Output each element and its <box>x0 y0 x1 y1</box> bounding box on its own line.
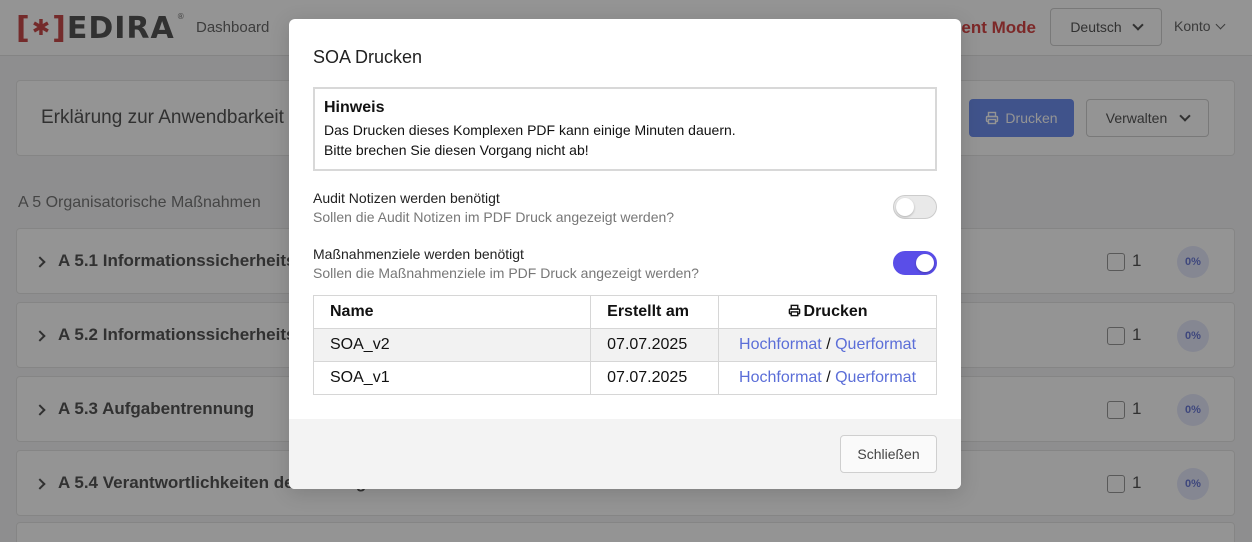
row-created: 07.07.2025 <box>590 361 720 395</box>
notice-title: Hinweis <box>324 99 385 116</box>
measure-goals-toggle[interactable] <box>893 251 937 275</box>
dialog-footer: Schließen <box>289 419 961 489</box>
dialog-title: SOA Drucken <box>313 47 423 67</box>
toggle-knob <box>916 254 934 272</box>
row-name: SOA_v1 <box>312 361 592 395</box>
row-name: SOA_v2 <box>312 328 592 362</box>
close-button[interactable]: Schließen <box>840 435 937 473</box>
print-header-label: Drucken <box>803 303 868 320</box>
notice-line: Bitte brechen Sie diesen Vorgang nicht a… <box>324 142 589 158</box>
notice-box: Hinweis Das Drucken dieses Komplexen PDF… <box>313 87 937 171</box>
table-row: SOA_v1 07.07.2025 Hochformat / Querforma… <box>312 361 937 395</box>
table-header-row: Name Erstellt am Drucken <box>312 295 937 329</box>
landscape-link[interactable]: Querformat <box>835 369 916 386</box>
option-title: Maßnahmenziele werden benötigt <box>313 246 524 262</box>
column-header-name: Name <box>312 295 592 329</box>
option-subtitle: Sollen die Audit Notizen im PDF Druck an… <box>313 209 675 225</box>
portrait-link[interactable]: Hochformat <box>739 336 822 353</box>
print-soa-dialog: SOA Drucken Hinweis Das Drucken dieses K… <box>289 19 961 489</box>
column-header-created: Erstellt am <box>590 295 720 329</box>
audit-notes-option: Audit Notizen werden benötigt Sollen die… <box>313 189 937 229</box>
audit-notes-toggle[interactable] <box>893 195 937 219</box>
soa-table: Name Erstellt am Drucken SOA_v2 07.07.20… <box>312 295 937 395</box>
table-row: SOA_v2 07.07.2025 Hochformat / Querforma… <box>312 328 937 362</box>
link-separator: / <box>826 369 831 386</box>
measure-goals-option: Maßnahmenziele werden benötigt Sollen di… <box>313 245 937 285</box>
link-separator: / <box>826 336 831 353</box>
notice-line: Das Drucken dieses Komplexen PDF kann ei… <box>324 122 736 138</box>
printer-icon <box>788 304 800 317</box>
row-print-links: Hochformat / Querformat <box>718 361 937 395</box>
row-created: 07.07.2025 <box>590 328 720 362</box>
toggle-knob <box>896 198 914 216</box>
landscape-link[interactable]: Querformat <box>835 336 916 353</box>
portrait-link[interactable]: Hochformat <box>739 369 822 386</box>
row-print-links: Hochformat / Querformat <box>718 328 937 362</box>
column-header-print: Drucken <box>718 295 937 329</box>
option-title: Audit Notizen werden benötigt <box>313 190 500 206</box>
option-subtitle: Sollen die Maßnahmenziele im PDF Druck a… <box>313 265 699 281</box>
